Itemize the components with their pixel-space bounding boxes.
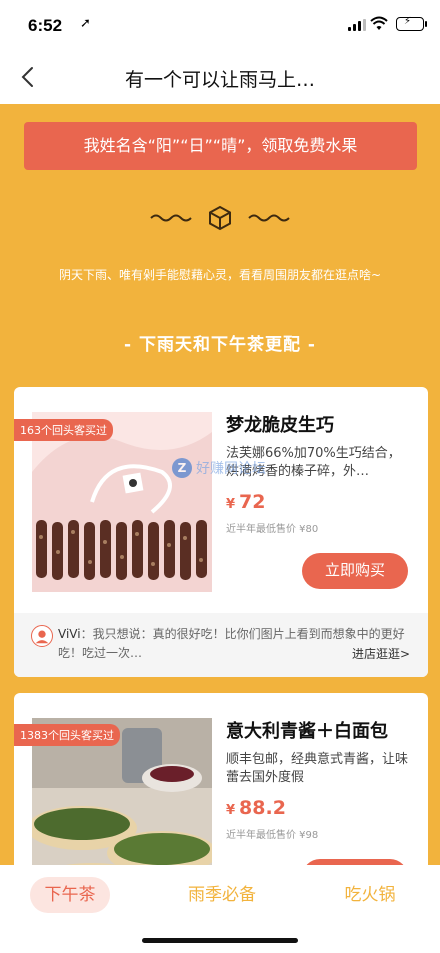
tagline-text: 阴天下雨、唯有剁手能慰藉心灵，看看周围朋友都在逛点啥~	[58, 268, 382, 282]
status-time: 6:52	[28, 16, 63, 35]
product-name: 梦龙脆皮生巧	[226, 415, 334, 436]
currency-symbol: ¥	[226, 803, 236, 818]
buy-now-button[interactable]: 立即购买	[302, 553, 408, 589]
watermark-logo-icon: Z	[172, 458, 192, 478]
product-price: ¥72	[226, 491, 266, 513]
page-title: 有一个可以让雨马上…	[124, 69, 315, 91]
product-name: 意大利青酱＋白面包	[226, 721, 388, 742]
watermark-text: 好赚网论坛	[196, 461, 266, 477]
review-row: ViVi：我只想说：真的很好吃！比你们图片上看到而想象中的更好吃！吃过一次… 进…	[14, 613, 428, 677]
location-arrow-icon: ➚	[80, 16, 91, 31]
currency-symbol: ¥	[226, 497, 236, 512]
cellular-signal-icon	[348, 19, 366, 31]
price-value: 72	[239, 491, 266, 513]
tab-afternoon-tea[interactable]: 下午茶	[30, 877, 110, 913]
forum-watermark: Z 好赚网论坛	[172, 458, 266, 478]
battery-icon	[396, 17, 427, 31]
product-price: ¥88.2	[226, 797, 286, 819]
wifi-icon	[370, 16, 388, 30]
wave-cube-ornament-icon	[150, 205, 290, 231]
product-card[interactable]: 1383个回头客买过 意大利青酱＋白面包 顺丰包邮，经典意式青酱，让味蕾去国外度…	[14, 693, 428, 893]
section-title: - 下雨天和下午茶更配 -	[124, 335, 316, 355]
status-bar: 6:52 ➚	[0, 0, 440, 52]
product-card[interactable]: 163个回头客买过 梦龙脆皮生巧 法芙娜66%加70%生巧结合，烘满烤香的榛子碎	[14, 387, 428, 677]
repeat-buyers-badge: 1383个回头客买过	[14, 724, 120, 746]
visit-shop-link[interactable]: 进店逛逛>	[352, 645, 410, 662]
promo-banner-button[interactable]: 我姓名含“阳”“日”“晴”，领取免费水果	[24, 122, 417, 170]
product-description: 顺丰包邮，经典意式青酱，让味蕾去国外度假	[226, 752, 409, 785]
tab-rainy-season[interactable]: 雨季必备	[175, 877, 269, 913]
nav-bar: 有一个可以让雨马上…	[0, 52, 440, 104]
lowest-price-note: 近半年最低售价 ¥80	[226, 524, 319, 535]
repeat-buyers-badge: 163个回头客买过	[14, 419, 113, 441]
tab-hotpot[interactable]: 吃火锅	[330, 877, 410, 913]
reviewer-avatar	[31, 625, 53, 647]
back-chevron-icon[interactable]	[16, 64, 42, 90]
reviewer-name: ViVi	[58, 627, 81, 641]
lowest-price-note: 近半年最低售价 ¥98	[226, 830, 319, 841]
price-value: 88.2	[239, 797, 286, 819]
home-indicator[interactable]	[142, 938, 298, 943]
